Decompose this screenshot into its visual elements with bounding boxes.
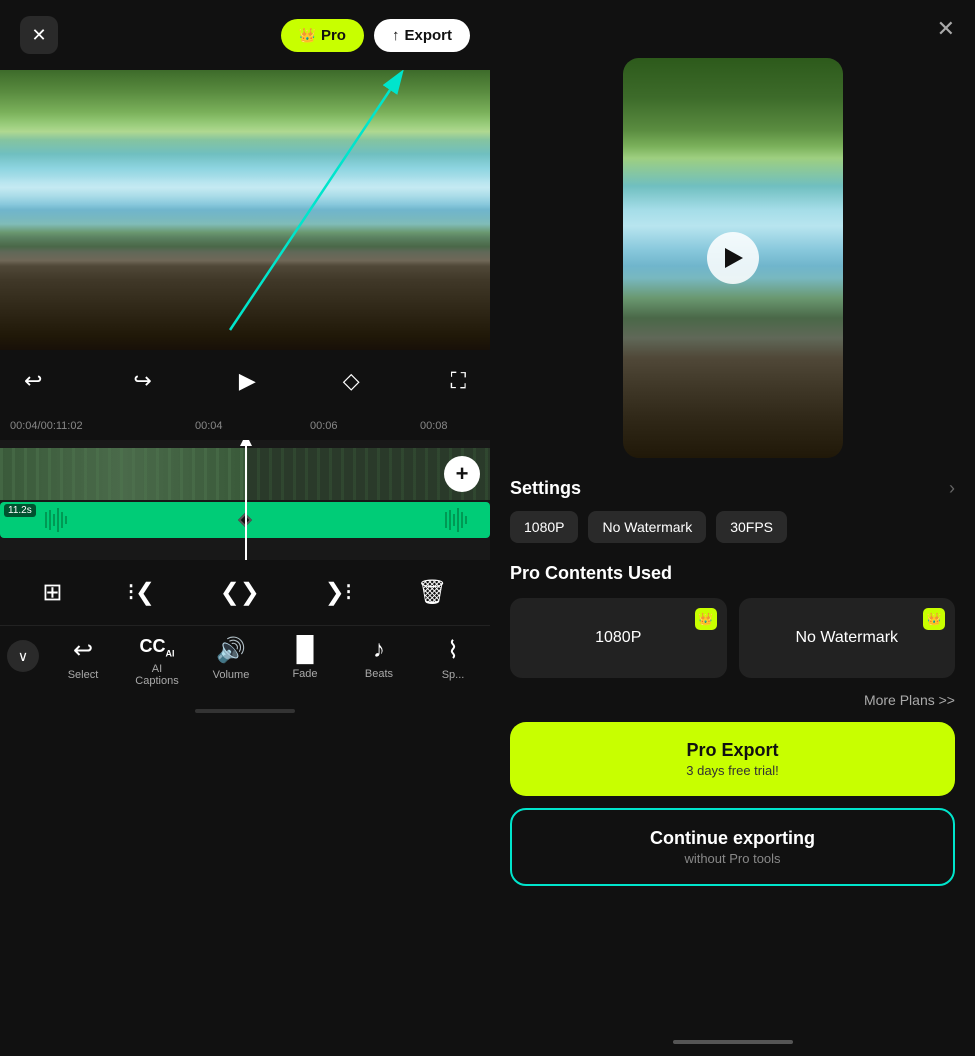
bottom-scrollbar — [195, 709, 295, 713]
collapse-button[interactable]: ∨ — [7, 640, 39, 672]
right-panel: ✕ Settings › 1080P No Watermark 30FPS Pr… — [490, 0, 975, 1056]
pro-card-1080p: 1080P 👑 — [510, 598, 727, 678]
pro-export-sub: 3 days free trial! — [686, 763, 779, 778]
crown-icon: 👑 — [299, 27, 316, 44]
tool-ai-captions[interactable]: CCAI AICaptions — [127, 636, 187, 687]
play-triangle-icon — [725, 248, 743, 268]
trim-left-button[interactable]: ⁝❮ — [117, 574, 165, 611]
select-icon: ↩ — [73, 636, 93, 665]
video-preview — [0, 70, 490, 350]
timeline-header: 00:04/00:11:02 00:04 00:06 00:08 — [0, 412, 490, 440]
arrow-svg — [0, 70, 490, 350]
beats-label: Beats — [365, 668, 393, 680]
speed-label: Sp... — [442, 669, 465, 681]
pro-contents-title: Pro Contents Used — [510, 563, 955, 584]
delete-button[interactable]: 🗑 — [407, 574, 457, 611]
right-video-thumbnail — [623, 58, 843, 458]
play-button[interactable]: ▶ — [239, 368, 256, 394]
bottom-padding — [490, 1044, 975, 1056]
pill-30fps[interactable]: 30FPS — [716, 511, 787, 543]
right-close-button[interactable]: ✕ — [937, 16, 955, 42]
trim-right-button[interactable]: ❯⁝ — [315, 574, 363, 611]
select-label: Select — [68, 669, 99, 681]
pro-card-1080p-label: 1080P — [595, 629, 641, 647]
tool-fade[interactable]: ▐▌ Fade — [275, 636, 335, 680]
pro-crown-2: 👑 — [923, 608, 945, 630]
pro-crown-1: 👑 — [695, 608, 717, 630]
tool-speed[interactable]: ⌇ Sp... — [423, 636, 483, 681]
bottom-toolbar: ∨ ↩ Select CCAI AICaptions 🔊 Volume ▐▌ F… — [0, 625, 490, 703]
pro-export-title: Pro Export — [686, 740, 778, 761]
video-track-left — [0, 448, 245, 500]
chevron-down-icon: ∨ — [18, 648, 28, 665]
top-actions: 👑 Pro ↑ Export — [281, 19, 470, 52]
pill-no-watermark[interactable]: No Watermark — [588, 511, 706, 543]
continue-export-sub: without Pro tools — [684, 851, 780, 866]
right-top-bar: ✕ — [490, 0, 975, 58]
settings-header: Settings › — [510, 478, 955, 499]
settings-section: Settings › 1080P No Watermark 30FPS — [490, 478, 975, 543]
pro-button[interactable]: 👑 Pro — [281, 19, 364, 52]
export-button[interactable]: ↑ Export — [374, 19, 470, 52]
export-label: Export — [404, 27, 452, 44]
continue-export-button[interactable]: Continue exporting without Pro tools — [510, 808, 955, 886]
timeline-area: + 11.2s — [0, 440, 490, 560]
split-button[interactable]: ❮❯ — [210, 574, 270, 611]
fade-label: Fade — [292, 668, 317, 680]
more-plans-button[interactable]: More Plans >> — [490, 678, 975, 722]
time-mark-1: 00:04 — [195, 420, 223, 432]
pro-card-no-watermark: No Watermark 👑 — [739, 598, 956, 678]
add-clip-button[interactable]: + — [444, 456, 480, 492]
beats-icon: ♪ — [373, 636, 385, 664]
settings-pills: 1080P No Watermark 30FPS — [510, 511, 955, 543]
spacer — [490, 886, 975, 1026]
continue-export-title: Continue exporting — [650, 828, 815, 849]
ai-captions-icon: CCAI — [140, 636, 175, 659]
volume-label: Volume — [213, 669, 250, 681]
volume-icon: 🔊 — [216, 636, 246, 665]
ai-captions-label: AICaptions — [135, 663, 178, 687]
play-overlay-button[interactable] — [707, 232, 759, 284]
speed-icon: ⌇ — [447, 636, 459, 665]
pro-export-button[interactable]: Pro Export 3 days free trial! — [510, 722, 955, 796]
river-scene — [0, 70, 490, 350]
undo-button[interactable]: ↩ — [20, 364, 46, 398]
left-panel: ✕ 👑 Pro ↑ Export — [0, 0, 490, 1056]
tool-volume[interactable]: 🔊 Volume — [201, 636, 261, 681]
settings-arrow-icon: › — [949, 478, 955, 499]
duration-badge: 11.2s — [4, 504, 36, 517]
pro-card-no-watermark-label: No Watermark — [795, 629, 898, 647]
cta-section: Pro Export 3 days free trial! Continue e… — [490, 722, 975, 886]
export-icon: ↑ — [392, 27, 400, 44]
tool-select[interactable]: ↩ Select — [53, 636, 113, 681]
tool-beats[interactable]: ♪ Beats — [349, 636, 409, 680]
time-mark-3: 00:08 — [420, 420, 448, 432]
top-bar: ✕ 👑 Pro ↑ Export — [0, 0, 490, 70]
left-close-button[interactable]: ✕ — [20, 16, 58, 54]
caption-tool-button[interactable]: ⊞ — [32, 574, 72, 611]
fade-icon: ▐▌ — [288, 636, 322, 664]
pro-contents-section: Pro Contents Used 1080P 👑 No Watermark 👑 — [490, 543, 975, 678]
playhead — [245, 440, 247, 560]
pro-cards: 1080P 👑 No Watermark 👑 — [510, 598, 955, 678]
keyframe-button[interactable]: ◇ — [339, 364, 364, 398]
settings-title: Settings — [510, 478, 581, 499]
controls-bar: ↩ ↪ ▶ ◇ ⛶ — [0, 350, 490, 412]
pill-1080p[interactable]: 1080P — [510, 511, 578, 543]
fullscreen-button[interactable]: ⛶ — [447, 364, 470, 398]
redo-button[interactable]: ↪ — [129, 364, 155, 398]
time-mark-2: 00:06 — [310, 420, 338, 432]
pro-label: Pro — [321, 27, 346, 44]
edit-toolbar: ⊞ ⁝❮ ❮❯ ❯⁝ 🗑 — [0, 560, 490, 625]
time-current: 00:04/00:11:02 — [10, 420, 83, 432]
